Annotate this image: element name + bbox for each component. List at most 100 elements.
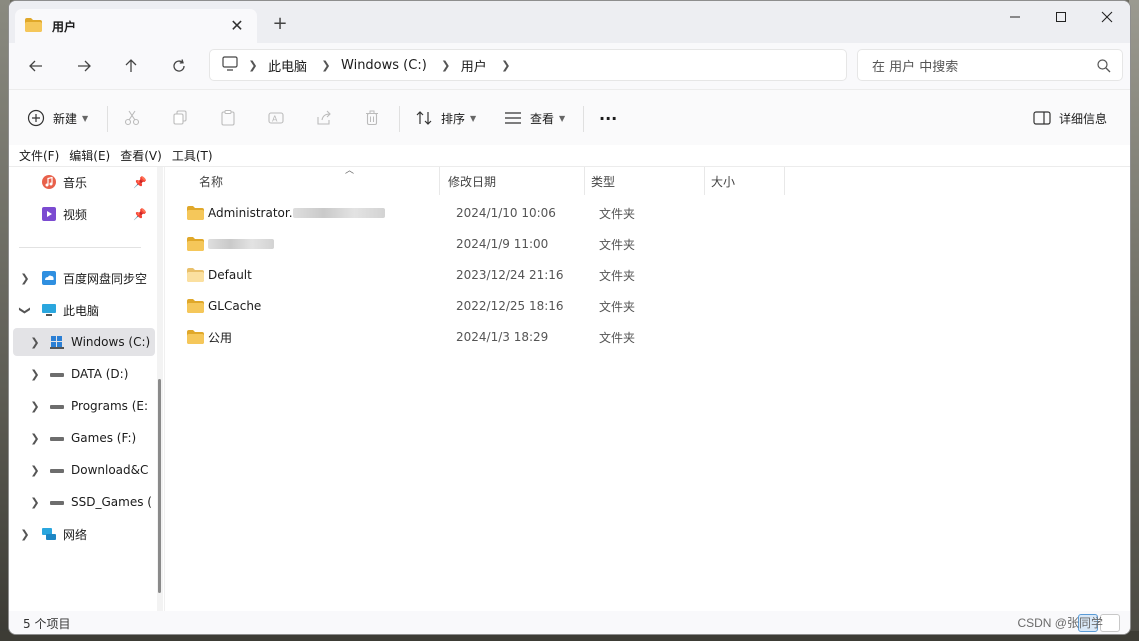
file-list: 名称 ︿ 修改日期 类型 大小 Administrator. 2024/1/10… [164, 166, 1130, 611]
tab-users[interactable]: 用户 ✕ [15, 9, 257, 43]
breadcrumb-c-drive[interactable]: Windows (C:) [341, 58, 427, 73]
drive-icon [49, 430, 65, 446]
menu-tools[interactable]: 工具(T) [172, 147, 213, 164]
table-row[interactable]: 2024/1/9 11:00 文件夹 [165, 230, 1130, 258]
item-count: 5 个项目 [23, 617, 71, 631]
chevron-right-icon[interactable]: ❯ [499, 59, 513, 72]
column-header-type[interactable]: 类型 [585, 167, 705, 195]
refresh-button[interactable] [164, 51, 194, 81]
sidebar-item-network[interactable]: ❯ 网络 [9, 520, 157, 548]
column-header-name[interactable]: 名称 ︿ [193, 166, 440, 195]
redacted-text [292, 208, 385, 218]
sidebar-item-videos[interactable]: 视频 📌 [9, 200, 157, 228]
new-button[interactable]: 新建 ▼ [27, 104, 88, 132]
scrollbar-thumb[interactable] [158, 379, 161, 593]
search-box[interactable]: 在 用户 中搜索 [857, 49, 1123, 81]
maximize-button[interactable] [1038, 1, 1084, 33]
scissors-icon [123, 109, 141, 127]
drive-icon [49, 462, 65, 478]
watermark: CSDN @张同学 [1017, 616, 1103, 630]
copy-button[interactable] [171, 104, 197, 132]
search-icon[interactable] [1096, 58, 1112, 74]
close-tab-icon[interactable]: ✕ [227, 16, 247, 36]
chevron-right-icon[interactable]: ❯ [29, 400, 41, 413]
sort-button[interactable]: 排序 ▼ [415, 104, 476, 132]
sidebar-item-c-drive[interactable]: ❯ Windows (C:) [13, 328, 155, 356]
sidebar-item-music[interactable]: 音乐 📌 [9, 168, 157, 196]
details-label: 详细信息 [1059, 111, 1108, 126]
table-row[interactable]: Administrator. 2024/1/10 10:06 文件夹 [165, 199, 1130, 227]
sidebar-item-download-drive[interactable]: ❯ Download&C [9, 456, 157, 484]
breadcrumb-users[interactable]: 用户 [461, 56, 487, 75]
sidebar-item-f-drive[interactable]: ❯ Games (F:) [9, 424, 157, 452]
monitor-icon [222, 56, 238, 74]
address-bar[interactable]: ❯ 此电脑 ❯ Windows (C:) ❯ 用户 ❯ [209, 49, 847, 81]
sidebar-item-this-pc[interactable]: ❯ 此电脑 [9, 296, 157, 324]
column-header-date[interactable]: 修改日期 [442, 167, 585, 195]
menu-view[interactable]: 查看(V) [120, 147, 162, 164]
divider [107, 106, 108, 132]
chevron-right-icon: ❯ [321, 58, 331, 72]
rename-icon: A [267, 109, 285, 127]
chevron-right-icon[interactable]: ❯ [29, 432, 41, 445]
file-type: 文件夹 [599, 299, 636, 314]
chevron-right-icon[interactable]: ❯ [19, 272, 31, 285]
chevron-right-icon[interactable]: ❯ [19, 528, 31, 541]
chevron-right-icon[interactable]: ❯ [29, 336, 41, 349]
network-icon [41, 526, 57, 542]
column-header-size[interactable]: 大小 [705, 167, 785, 195]
sidebar-item-ssd-games-drive[interactable]: ❯ SSD_Games ( [9, 488, 157, 516]
menu-edit[interactable]: 编辑(E) [69, 147, 110, 164]
file-name: GLCache [208, 299, 262, 313]
file-name: Administrator. [208, 206, 293, 220]
details-pane-button[interactable]: 详细信息 [1033, 104, 1107, 132]
clipboard-icon [219, 109, 237, 127]
minimize-button[interactable] [992, 1, 1038, 33]
sidebar-item-e-drive[interactable]: ❯ Programs (E: [9, 392, 157, 420]
folder-icon [187, 330, 204, 344]
tab-title: 用户 [52, 19, 77, 34]
arrow-up-icon [125, 59, 137, 72]
music-icon [41, 174, 57, 190]
sidebar-item-label: Games (F:) [71, 431, 137, 445]
table-row[interactable]: 公用 2024/1/3 18:29 文件夹 [165, 323, 1130, 351]
ellipsis-icon: ··· [599, 108, 618, 128]
chevron-right-icon: ❯ [248, 58, 258, 72]
rename-button[interactable]: A [267, 104, 293, 132]
menu-file[interactable]: 文件(F) [19, 147, 59, 164]
sidebar-item-d-drive[interactable]: ❯ DATA (D:) [9, 360, 157, 388]
drive-icon [49, 398, 65, 414]
close-window-button[interactable] [1084, 1, 1130, 33]
view-lines-icon [504, 109, 522, 127]
cut-button[interactable] [123, 104, 149, 132]
chevron-right-icon[interactable]: ❯ [29, 464, 41, 477]
table-row[interactable]: Default 2023/12/24 21:16 文件夹 [165, 261, 1130, 289]
new-tab-button[interactable]: + [269, 13, 291, 35]
new-label: 新建 [53, 111, 78, 126]
svg-text:A: A [272, 115, 278, 124]
menu-bar: 文件(F) 编辑(E) 查看(V) 工具(T) [9, 145, 1130, 167]
file-type: 文件夹 [599, 237, 636, 252]
forward-button[interactable] [69, 51, 99, 81]
chevron-right-icon[interactable]: ❯ [29, 496, 41, 509]
table-row[interactable]: GLCache 2022/12/25 18:16 文件夹 [165, 292, 1130, 320]
share-button[interactable] [315, 104, 341, 132]
pin-icon[interactable]: 📌 [133, 176, 147, 189]
back-button[interactable] [21, 51, 51, 81]
file-date: 2024/1/9 11:00 [456, 237, 549, 251]
plus-circle-icon [27, 109, 45, 127]
drive-icon [49, 366, 65, 382]
tiles-view-toggle[interactable] [1100, 614, 1120, 632]
up-button[interactable] [116, 51, 146, 81]
pin-icon[interactable]: 📌 [133, 208, 147, 221]
sidebar-item-baidu-sync[interactable]: ❯ 百度网盘同步空 [9, 264, 157, 292]
sidebar-scrollbar[interactable] [157, 167, 163, 611]
breadcrumb-this-pc[interactable]: 此电脑 [268, 56, 307, 75]
paste-button[interactable] [219, 104, 245, 132]
more-options-button[interactable]: ··· [599, 104, 617, 132]
chevron-down-icon[interactable]: ❯ [19, 304, 32, 316]
view-button[interactable]: 查看 ▼ [504, 104, 565, 132]
title-bar: 用户 ✕ + [9, 1, 1130, 43]
chevron-right-icon[interactable]: ❯ [29, 368, 41, 381]
delete-button[interactable] [363, 104, 389, 132]
